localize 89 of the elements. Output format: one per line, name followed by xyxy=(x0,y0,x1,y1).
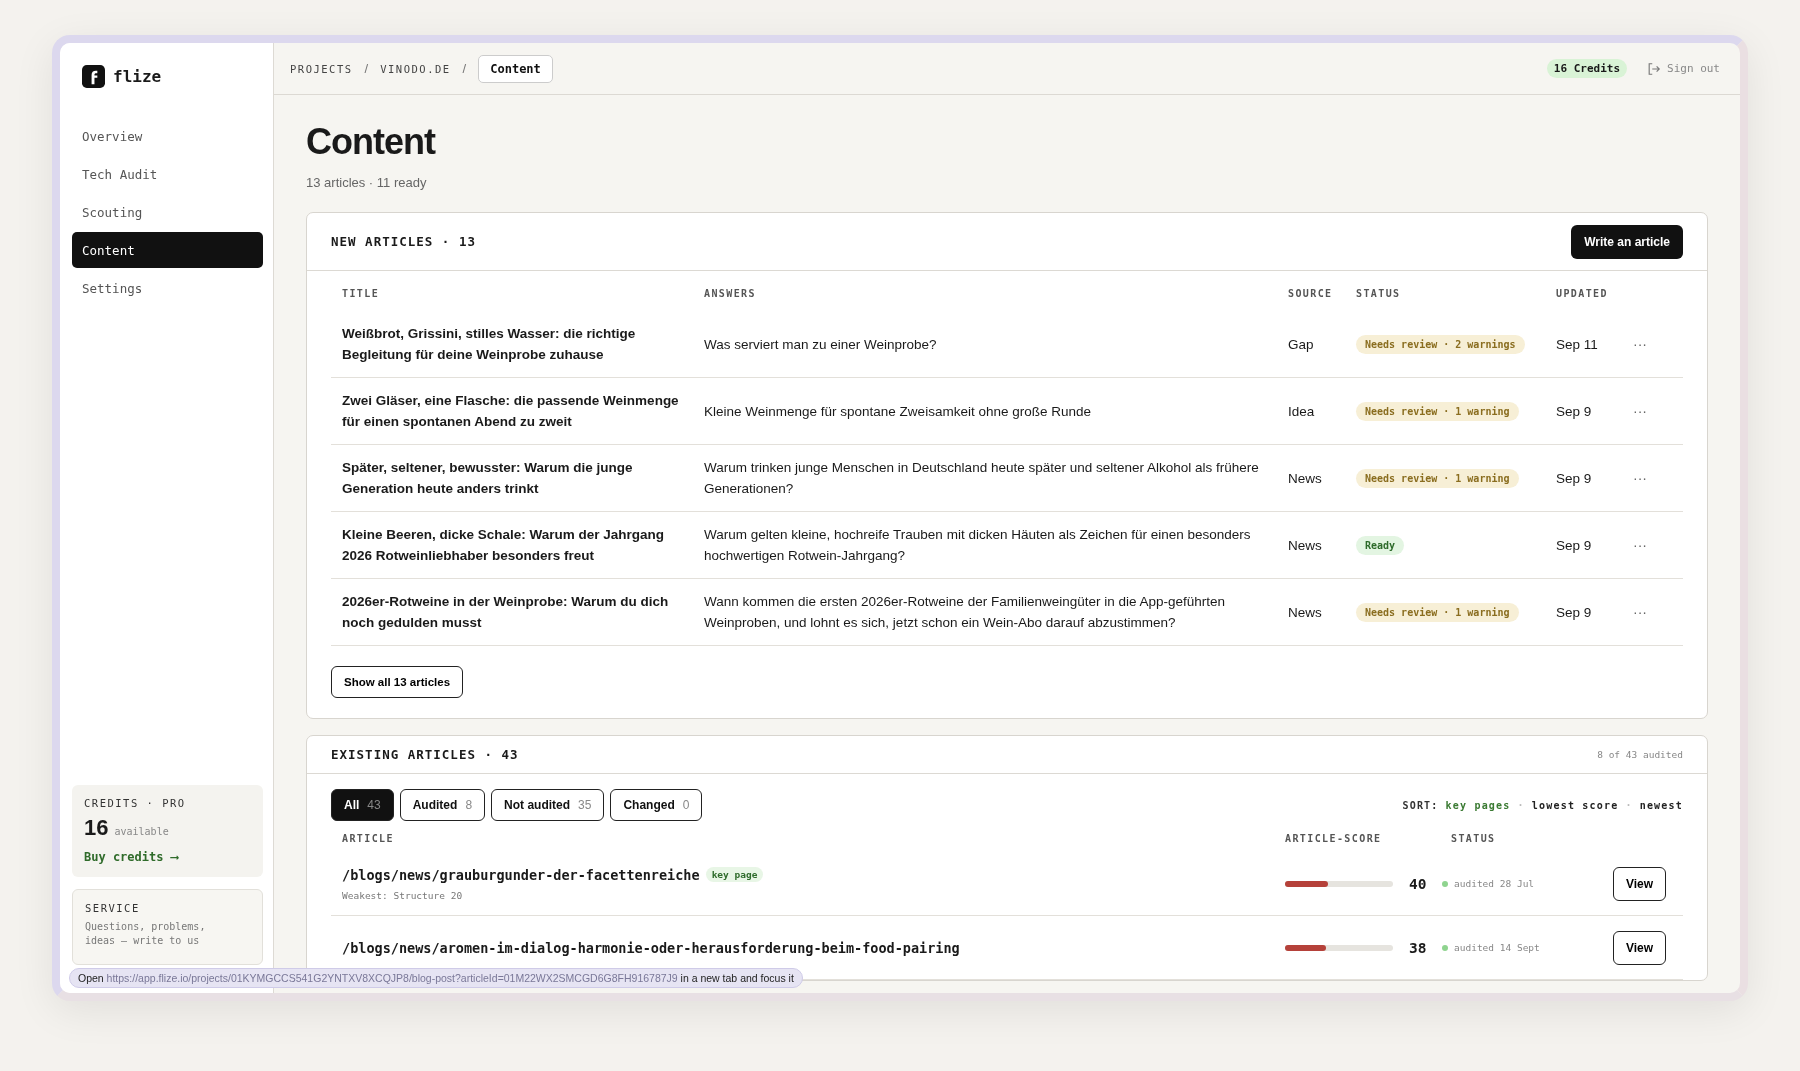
column-header: ARTICLE-SCORE xyxy=(1284,832,1383,846)
more-menu-button[interactable]: ··· xyxy=(1625,537,1655,553)
filter-chip[interactable]: Changed 0 xyxy=(610,789,703,821)
page-title: Content xyxy=(306,121,437,163)
table-cell-text: Warum gelten kleine, hochreife Trauben mit dicken Häuten als Zeichen für einen besonders hochwertigen Rotwein-Jahrgang? xyxy=(703,526,1252,565)
article-title[interactable]: Zwei Gläser, eine Flasche: die passende Weinmenge für einen spontanen Abend zu zweit xyxy=(331,390,693,432)
nav-item[interactable]: Settings xyxy=(72,270,263,306)
audit-status: audited 28 Jul xyxy=(1454,878,1535,889)
breadcrumb-separator: / xyxy=(462,61,467,76)
key-page-tag: key page xyxy=(705,867,764,882)
column-header: UPDATED xyxy=(1555,287,1609,301)
view-button[interactable]: View xyxy=(1613,866,1667,901)
more-menu-button[interactable]: ··· xyxy=(1625,604,1655,620)
article-score: 40 xyxy=(1409,875,1427,892)
service-title: SERVICE xyxy=(85,902,141,914)
breadcrumb-item[interactable]: Content xyxy=(478,54,553,83)
sort-label: SORT: xyxy=(1402,799,1439,811)
table-cell-text: Warum trinken junge Menschen in Deutschland heute später und seltener Alkohol als frühere Generationen? xyxy=(703,459,1260,498)
column-header: SOURCE xyxy=(1287,287,1334,301)
breadcrumb-item[interactable]: VINODO.DE xyxy=(380,62,451,75)
table-cell-text: Sep 9 xyxy=(1555,536,1593,555)
view-button[interactable]: View xyxy=(1613,930,1667,965)
show-all-button[interactable]: Show all 13 articles xyxy=(331,666,464,698)
filter-chip[interactable]: Audited 8 xyxy=(399,789,486,821)
status-badge: Ready xyxy=(1356,535,1405,555)
service-card[interactable]: SERVICE Questions, problems, ideas — write to us xyxy=(72,889,263,965)
logo-icon xyxy=(82,65,105,88)
link-status-tooltip: Open https://app.flize.io/projects/01KYMGCCS541G2YNTXV8XCQJP8/blog-post?articleId=01M22WX2SMCGD6G8FH916787J9 in a new tab and focus it xyxy=(69,968,803,988)
breadcrumb-item[interactable]: PROJECTS xyxy=(290,62,353,75)
more-menu-button[interactable]: ··· xyxy=(1625,470,1655,486)
table-cell-text: Wann kommen die ersten 2026er-Rotweine der Familienweingüter in die App-geführten Weinproben, und lohnt es sich, jetzt schon ein Wein-Abo darauf abzustimmen? xyxy=(703,593,1227,632)
more-menu-button[interactable]: ··· xyxy=(1625,336,1655,352)
audit-count: 8 of 43 audited xyxy=(1597,749,1683,760)
table-cell-text: Sep 9 xyxy=(1555,469,1593,488)
table-cell-text: Gap xyxy=(1287,335,1315,354)
status-badge: Needs review · 2 warnings xyxy=(1356,334,1525,354)
article-title[interactable]: 2026er-Rotweine in der Weinprobe: Warum du dich noch gedulden musst xyxy=(331,591,693,633)
section-title: EXISTING ARTICLES · 43 xyxy=(331,747,519,762)
table-cell-text: Idea xyxy=(1287,402,1316,421)
breadcrumb-separator: / xyxy=(364,61,369,76)
nav-item[interactable]: Overview xyxy=(72,118,263,154)
nav-item[interactable]: Content xyxy=(72,232,263,268)
service-text: Questions, problems, ideas — write to us xyxy=(85,920,207,947)
sort-option[interactable]: newest xyxy=(1639,799,1683,811)
sort-option[interactable]: lowest score xyxy=(1531,799,1619,811)
weakest-note: Weakest: Structure 20 xyxy=(342,889,464,901)
column-header: TITLE xyxy=(341,287,381,301)
article-title[interactable]: Kleine Beeren, dicke Schale: Warum der Jahrgang 2026 Rotweinliebhaber besonders freut xyxy=(331,524,693,566)
credits-unit: available xyxy=(114,826,169,837)
column-header: STATUS xyxy=(1450,832,1497,846)
column-header: STATUS xyxy=(1355,287,1402,301)
credits-title: CREDITS · PRO xyxy=(84,797,187,809)
article-title[interactable]: Weißbrot, Grissini, stilles Wasser: die richtige Begleitung für deine Weinprobe zuhause xyxy=(331,323,693,365)
sort-separator: · xyxy=(1625,799,1633,811)
column-header: ARTICLE xyxy=(341,832,395,846)
table-cell-text: News xyxy=(1287,469,1323,488)
audit-status: audited 14 Sept xyxy=(1454,942,1540,953)
table-cell-text: Was serviert man zu einer Weinprobe? xyxy=(703,335,938,354)
filter-chip[interactable]: All 43 xyxy=(331,789,394,821)
status-badge: Needs review · 1 warning xyxy=(1356,468,1519,488)
table-cell-text: Sep 9 xyxy=(1555,603,1593,622)
credits-badge: 16 Credits xyxy=(1546,59,1627,78)
article-title[interactable]: Später, seltener, bewusster: Warum die junge Generation heute anders trinkt xyxy=(331,457,693,499)
article-path[interactable]: /blogs/news/grauburgunder-der-facettenreiche xyxy=(342,866,700,883)
article-score: 38 xyxy=(1409,939,1427,956)
sign-out-icon[interactable] xyxy=(1647,61,1661,76)
brand-name: flize xyxy=(113,67,162,86)
table-cell-text: News xyxy=(1287,603,1323,622)
credits-amount: 16 xyxy=(84,815,109,841)
nav-item[interactable]: Tech Audit xyxy=(72,156,263,192)
buy-credits-link[interactable]: Buy credits ⟶ xyxy=(84,850,178,864)
sort-option[interactable]: key pages xyxy=(1445,799,1511,811)
filter-chip[interactable]: Not audited 35 xyxy=(491,789,605,821)
table-cell-text: Kleine Weinmenge für spontane Zweisamkeit ohne große Runde xyxy=(703,402,1092,421)
table-cell-text: Sep 11 xyxy=(1555,335,1599,354)
more-menu-button[interactable]: ··· xyxy=(1625,403,1655,419)
status-dot xyxy=(1442,944,1448,951)
sort-separator: · xyxy=(1517,799,1525,811)
status-badge: Needs review · 1 warning xyxy=(1356,602,1519,622)
table-cell-text: Sep 9 xyxy=(1555,402,1593,421)
status-badge: Needs review · 1 warning xyxy=(1356,401,1519,421)
page-subtitle: 13 articles · 11 ready xyxy=(306,175,428,190)
column-header: ANSWERS xyxy=(703,287,757,301)
table-cell-text: News xyxy=(1287,536,1323,555)
nav-item[interactable]: Scouting xyxy=(72,194,263,230)
write-article-button[interactable]: Write an article xyxy=(1571,224,1683,259)
section-title: NEW ARTICLES · 13 xyxy=(331,234,476,249)
status-dot xyxy=(1442,880,1448,887)
article-path[interactable]: /blogs/news/aromen-im-dialog-harmonie-oder-herausforderung-beim-food-pairing xyxy=(342,939,960,956)
